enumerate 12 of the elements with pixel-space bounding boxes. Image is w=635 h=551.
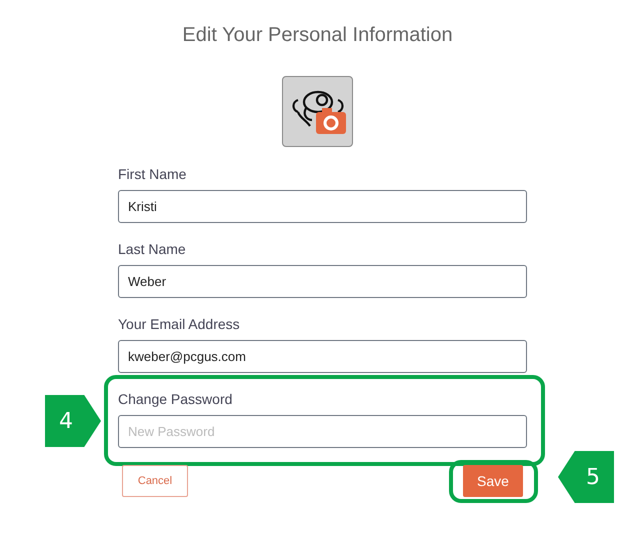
- text-field[interactable]: Weber: [118, 265, 527, 298]
- text-field[interactable]: New Password: [118, 415, 527, 448]
- text-field[interactable]: Kristi: [118, 190, 527, 223]
- field-label: Last Name: [118, 241, 187, 257]
- step-callout: 4: [45, 395, 101, 447]
- page-title: Edit Your Personal Information: [182, 24, 453, 47]
- field-label: First Name: [118, 166, 188, 182]
- field-label: Your Email Address: [118, 316, 241, 332]
- field-label: Change Password: [118, 391, 234, 407]
- text-field[interactable]: kweber@pcgus.com: [118, 340, 527, 373]
- profile-photo-button[interactable]: [282, 76, 353, 147]
- step-callout: 5: [558, 451, 614, 503]
